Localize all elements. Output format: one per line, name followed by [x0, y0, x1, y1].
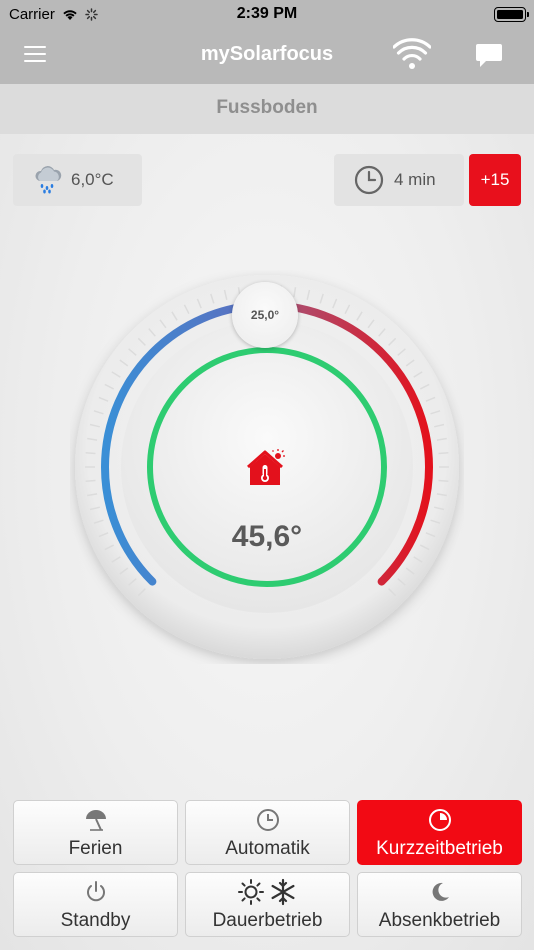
- status-time: 2:39 PM: [236, 5, 298, 22]
- mode-automatik-label: Automatik: [225, 838, 310, 859]
- status-bar: Carrier 2:39 PM: [0, 0, 534, 28]
- dial-tick: [85, 451, 96, 455]
- mode-dauerbetrieb-button[interactable]: Dauerbetrieb: [185, 872, 350, 937]
- dial-tick: [85, 479, 96, 483]
- extend-time-button[interactable]: +15: [469, 154, 521, 206]
- clock-icon: [256, 809, 279, 831]
- battery-icon: [494, 7, 529, 22]
- app-title: mySolarfocus: [200, 43, 334, 65]
- mode-ferien-button[interactable]: Ferien: [13, 800, 178, 865]
- moon-icon: [432, 882, 449, 901]
- sun-snowflake-icon: [237, 878, 294, 906]
- mode-dauerbetrieb-label: Dauerbetrieb: [212, 910, 323, 931]
- mode-standby-label: Standby: [60, 910, 131, 931]
- mode-absenkbetrieb-button[interactable]: Absenkbetrieb: [357, 872, 522, 937]
- dial-tick: [438, 479, 449, 483]
- remaining-time: 4 min: [394, 170, 436, 189]
- remaining-time-widget: 4 min: [334, 154, 464, 206]
- nav-bar: mySolarfocus: [0, 28, 534, 84]
- wifi-icon[interactable]: [393, 38, 431, 72]
- dial-tick: [438, 451, 449, 455]
- outdoor-temperature: 6,0°C: [71, 170, 114, 189]
- current-temperature: 45,6°: [231, 520, 303, 553]
- umbrella-icon: [85, 810, 106, 831]
- mode-automatik-button[interactable]: Automatik: [185, 800, 350, 865]
- mode-absenkbetrieb-label: Absenkbetrieb: [378, 910, 501, 931]
- mode-standby-button[interactable]: Standby: [13, 872, 178, 937]
- timer-icon: [428, 809, 451, 831]
- clock-icon: [354, 165, 384, 195]
- chat-bubble-icon[interactable]: [474, 40, 504, 70]
- power-icon: [86, 881, 105, 902]
- weather-widget: 6,0°C: [13, 154, 142, 206]
- mode-kurzzeitbetrieb-button[interactable]: Kurzzeitbetrieb: [357, 800, 522, 865]
- mode-ferien-label: Ferien: [68, 838, 123, 859]
- setpoint-knob[interactable]: 25,0°: [232, 282, 298, 348]
- mode-kurzzeitbetrieb-label: Kurzzeitbetrieb: [376, 838, 503, 859]
- zone-title: Fussboden: [0, 84, 534, 134]
- cloud-rain-icon: [35, 166, 62, 194]
- house-thermometer-icon: [247, 449, 285, 485]
